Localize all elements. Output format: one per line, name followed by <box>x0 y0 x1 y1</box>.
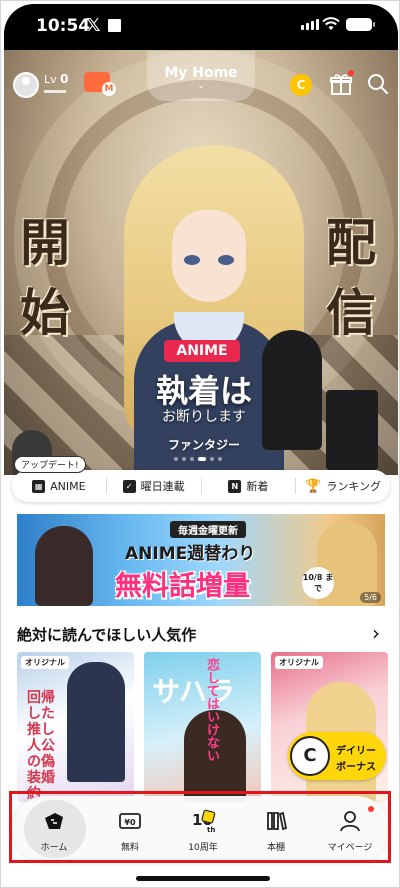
mileage-ticket-icon[interactable]: M <box>84 72 116 96</box>
comic-card-title: 回帰した推し人公の偽装婚約 <box>27 690 55 802</box>
category-weekday-series[interactable]: ✓ 曜日連載 <box>105 478 201 494</box>
anime-tag: ANIME <box>164 340 240 362</box>
hero-kanji-right-2: 信 <box>326 283 376 342</box>
highlight-frame <box>9 791 391 863</box>
cover-character <box>67 662 125 782</box>
top-bar: Lv 0 M My Home ⌄ C <box>4 50 398 110</box>
calendar-icon: ✓ <box>122 479 136 493</box>
category-ranking[interactable]: 🏆 ランキング <box>295 478 390 494</box>
category-label: 曜日連載 <box>140 480 185 493</box>
hero-banner[interactable]: 開 始 配 信 ANIME 執着は お断りします ファンタジー <box>4 50 398 475</box>
chevron-down-icon: ⌄ <box>197 81 205 91</box>
coin-icon[interactable]: C <box>290 74 312 96</box>
battery-icon <box>346 18 375 31</box>
notification-dot <box>348 70 354 76</box>
hero-kanji-right-1: 配 <box>326 213 376 272</box>
daily-bonus-label-1: デイリー <box>336 746 376 757</box>
chevron-right-icon[interactable]: › <box>372 621 380 645</box>
banner-top-label: 毎週金曜更新 <box>170 521 246 538</box>
mileage-badge-letter: M <box>102 82 116 96</box>
daily-bonus-button[interactable]: C デイリー ボーナス <box>288 732 386 780</box>
home-indicator[interactable] <box>136 876 270 881</box>
category-bar: ▦ ANIME ✓ 曜日連載 N 新着 🏆 ランキング <box>12 470 390 502</box>
original-badge: オリジナル <box>275 656 323 669</box>
trophy-icon: 🏆 <box>305 478 322 494</box>
phone-screen: 10:54 𝕏 開 始 配 信 ANIME 執着は お断りします ファンタジー … <box>4 4 398 886</box>
chess-rook-piece <box>326 390 378 470</box>
category-label: ランキング <box>326 480 382 493</box>
level-progress-bar <box>44 90 66 93</box>
carousel-dots <box>174 457 222 461</box>
hero-kanji-left-1: 開 <box>20 213 70 272</box>
hero-kanji-left-2: 始 <box>20 283 70 342</box>
promo-banner[interactable]: 毎週金曜更新 ANIME週替わり 無料話増量 10/8 まで 5/6 <box>17 514 385 606</box>
carousel-dot <box>210 457 214 461</box>
x-app-icon: 𝕏 <box>86 15 101 36</box>
carousel-dot <box>182 457 186 461</box>
banner-headline: 無料話増量 <box>115 571 250 602</box>
cellular-signal-icon <box>301 19 319 30</box>
coin-icon: C <box>290 736 330 776</box>
banner-date-badge: 10/8 まで <box>302 567 334 599</box>
carousel-dot <box>174 457 178 461</box>
user-level: Lv 0 <box>44 72 69 86</box>
new-icon: N <box>228 479 242 493</box>
section-title: 絶対に読んでほしい人気作 <box>17 626 197 644</box>
hero-genre: ファンタジー <box>167 438 240 452</box>
comic-card-subtitle: 恋してはいけない <box>204 658 219 762</box>
banner-page-indicator: 5/6 <box>360 592 381 603</box>
comic-card[interactable]: サハラ 恋してはいけない <box>144 652 261 802</box>
hero-character-eye <box>218 255 234 265</box>
hero-subtitle: お断りします <box>162 409 246 425</box>
hero-character-face <box>172 210 246 302</box>
level-value: 0 <box>60 72 69 86</box>
carousel-dot-active <box>198 457 206 461</box>
avatar[interactable] <box>13 72 39 98</box>
carousel-dot <box>218 457 222 461</box>
my-home-tab[interactable]: My Home ⌄ <box>147 51 255 101</box>
original-badge: オリジナル <box>21 656 69 669</box>
update-badge: アップデート! <box>14 456 86 473</box>
film-icon: ▦ <box>32 479 46 493</box>
category-new[interactable]: N 新着 <box>200 478 296 494</box>
level-prefix: Lv <box>44 73 57 86</box>
category-anime[interactable]: ▦ ANIME <box>12 479 106 493</box>
search-icon[interactable] <box>366 72 390 96</box>
category-label: 新着 <box>246 480 269 493</box>
gift-button[interactable] <box>330 70 354 96</box>
hero-character-eye <box>184 255 200 265</box>
category-label: ANIME <box>50 479 86 493</box>
carousel-dot <box>190 457 194 461</box>
status-time: 10:54 <box>36 16 91 36</box>
wifi-icon <box>322 17 340 30</box>
status-bar: 10:54 𝕏 <box>4 4 398 50</box>
comic-card[interactable]: オリジナル 回帰した推し人公の偽装婚約 <box>17 652 134 802</box>
daily-bonus-label-2: ボーナス <box>336 762 376 773</box>
comic-card-title: サハラ <box>152 675 235 708</box>
screenshot-frame: 10:54 𝕏 開 始 配 信 ANIME 執着は お断りします ファンタジー … <box>0 0 400 888</box>
banner-middle-label: ANIME週替わり <box>125 544 256 564</box>
my-home-title: My Home <box>164 65 238 81</box>
notification-square-icon <box>108 19 121 32</box>
banner-character-left <box>35 526 93 606</box>
